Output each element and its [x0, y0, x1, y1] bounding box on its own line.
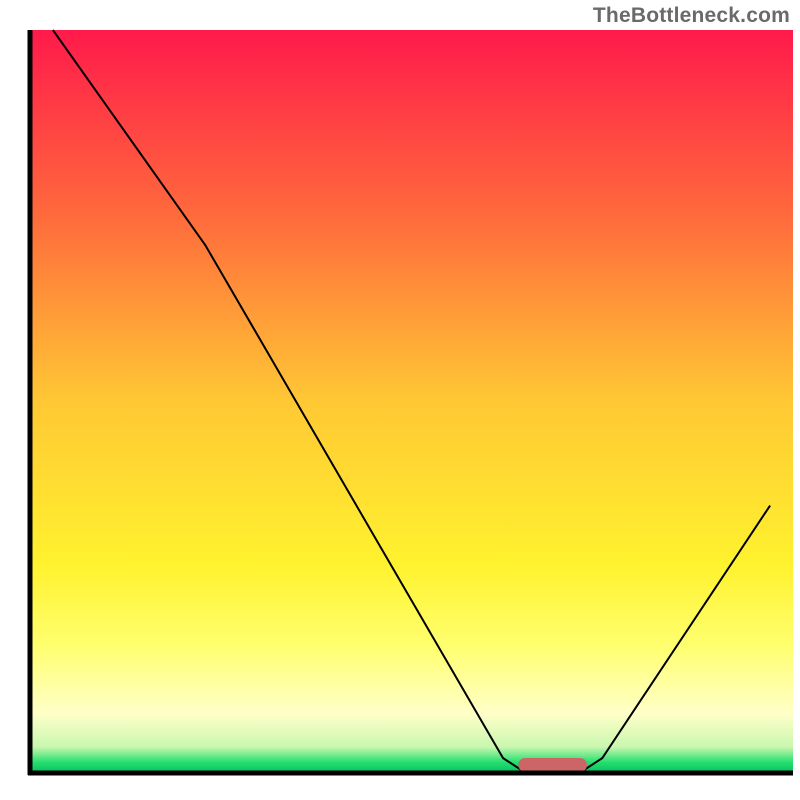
chart-container: { "watermark": "TheBottleneck.com", "cha…	[0, 0, 800, 800]
optimal-range-marker	[518, 758, 587, 772]
bottleneck-chart	[0, 0, 800, 800]
watermark-text: TheBottleneck.com	[593, 4, 790, 28]
gradient-background	[30, 30, 793, 773]
plot-area	[30, 30, 793, 773]
